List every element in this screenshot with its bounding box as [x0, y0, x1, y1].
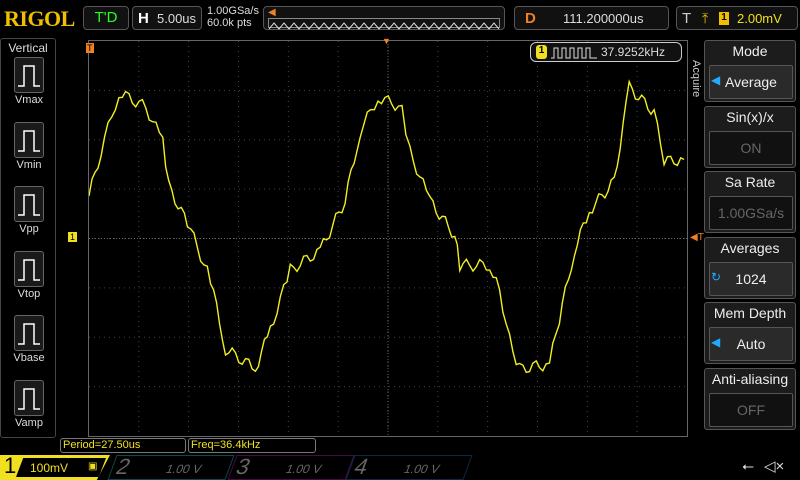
frequency-counter: 1 37.9252kHz [530, 42, 682, 62]
ch1-trace [88, 79, 685, 374]
sound-muted-icon[interactable]: ◁× [764, 457, 784, 475]
channel-4-button[interactable]: 4 1.00 V [345, 454, 473, 480]
period-measurement: Period=27.50us [60, 438, 186, 453]
acquire-mode[interactable]: Mode Average ◀ [704, 40, 796, 102]
menu-value: 1024 [709, 261, 793, 296]
pulse-measure-icon [14, 57, 44, 93]
square-wave-icon [551, 47, 597, 59]
menu-value: ON [709, 130, 793, 165]
horizontal-position-marker-icon: ▼ [382, 36, 391, 46]
counter-value: 37.9252kHz [601, 45, 666, 59]
acquire-sa-rate[interactable]: Sa Rate 1.00GSa/s [704, 171, 796, 233]
usb-icon: ⭠ [742, 458, 755, 475]
channel-scale: 1.00 V [163, 462, 204, 476]
menu-title: Averages [720, 239, 780, 256]
menu-title: Vertical [8, 41, 48, 55]
bandwidth-limit-icon: ▣ [88, 461, 98, 472]
acquire-averages[interactable]: Averages 1024 ↻ [704, 236, 796, 299]
trigger-key: T [682, 10, 692, 27]
measure-label: Vpp [19, 223, 39, 235]
measure-vmin[interactable]: Vmin [12, 121, 46, 171]
pulse-measure-icon [14, 379, 44, 416]
trigger-level: 2.00mV [737, 11, 782, 26]
menu-title: Mode [732, 43, 768, 59]
trigger-source: 1 [719, 12, 729, 25]
menu-value: OFF [709, 392, 793, 427]
run-status-badge[interactable]: T'D [83, 6, 129, 30]
channel-scale: 100mV [30, 461, 69, 475]
delay-key: D [525, 10, 536, 27]
memory-waveform [268, 18, 500, 30]
memory-overview: ◀ [263, 6, 505, 30]
measure-label: Vamp [15, 416, 43, 429]
horizontal-timebase[interactable]: H 5.00us [132, 6, 202, 30]
measure-vamp[interactable]: Vamp [12, 379, 46, 429]
channel-scale: 1.00 V [283, 462, 324, 476]
trigger-position-marker-icon: ◀ [268, 7, 276, 18]
pulse-measure-icon [14, 121, 44, 158]
acquire-sin-x-x[interactable]: Sin(x)/x ON [704, 105, 796, 168]
rising-edge-icon: ⤒ [702, 10, 709, 26]
measure-label: Vtop [17, 287, 41, 300]
value-text: ON [740, 139, 762, 156]
value-text: 1024 [735, 270, 767, 287]
timebase-value: 5.00us [157, 11, 197, 26]
measure-label: Vmax [14, 94, 44, 106]
menu-value: Auto [709, 327, 793, 361]
measure-vbase[interactable]: Vbase [12, 315, 46, 364]
value-text: Average [725, 74, 777, 90]
rotate-knob-icon: ↻ [711, 269, 722, 284]
measure-label: Vmin [16, 158, 42, 171]
acquire-menu: Mode Average ◀ Sin(x)/x ON Sa Rate 1.00GSa/s Av… [704, 40, 800, 438]
counter-channel: 1 [536, 45, 547, 59]
channel-3-button[interactable]: 3 1.00 V [227, 454, 355, 480]
measure-vmax[interactable]: Vmax [12, 57, 46, 106]
select-arrow-icon: ◀ [711, 335, 721, 349]
trigger-level-marker-icon: ◀T [690, 232, 704, 243]
trigger-time-marker-icon: T [86, 43, 94, 53]
acquire-anti-aliasing[interactable]: Anti-aliasing OFF [704, 367, 796, 430]
channel-number: 1 [4, 453, 17, 478]
measure-vpp[interactable]: Vpp [12, 186, 46, 235]
delay-value: 111.200000us [563, 11, 644, 26]
channel-2-button[interactable]: 2 1.00 V [107, 454, 235, 480]
memory-points: 60.0k pts [207, 17, 252, 29]
value-text: Auto [736, 336, 766, 352]
menu-title: Mem Depth [713, 305, 787, 321]
trigger-display[interactable]: T ⤒ 1 2.00mV [676, 6, 798, 30]
menu-title: Sin(x)/x [726, 108, 774, 125]
acquire-menu-label: Acquire [690, 60, 702, 98]
select-arrow-icon: ◀ [711, 73, 721, 87]
channel-bar: 1 100mV ▣ 2 1.00 V 3 1.00 V 4 1.00 V ⭠ ◁× [0, 454, 800, 480]
measure-label: Vbase [13, 352, 45, 364]
sample-rate: 1.00GSa/s [207, 5, 259, 17]
channel-number: 2 [112, 454, 135, 479]
pulse-measure-icon [14, 186, 44, 222]
channel-number: 3 [232, 454, 255, 479]
acquisition-info: 1.00GSa/s 60.0k pts [207, 5, 259, 29]
menu-title: Anti-aliasing [711, 370, 789, 387]
menu-title: Sa Rate [724, 174, 776, 190]
rigol-logo: RIGOL [4, 6, 75, 31]
channel-number: 4 [350, 454, 373, 479]
frequency-measurement: Freq=36.4kHz [188, 438, 316, 453]
pulse-measure-icon [14, 315, 44, 351]
delay-display[interactable]: D 111.200000us [514, 6, 669, 30]
waveform-grid[interactable] [88, 40, 688, 437]
acquire-mem-depth[interactable]: Mem Depth Auto ◀ [704, 302, 796, 364]
ch1-offset-marker-icon: 1 [68, 232, 78, 242]
menu-value: 1.00GSa/s [709, 196, 793, 230]
value-text: 1.00GSa/s [717, 205, 785, 221]
channel-scale: 1.00 V [401, 462, 442, 476]
pulse-measure-icon [14, 250, 44, 287]
horizontal-key: H [138, 10, 149, 27]
measure-vtop[interactable]: Vtop [12, 250, 46, 300]
menu-value: Average [709, 65, 793, 99]
waveform-display [88, 41, 687, 436]
channel-1-button[interactable]: 1 100mV ▣ [0, 455, 110, 480]
value-text: OFF [737, 401, 765, 418]
